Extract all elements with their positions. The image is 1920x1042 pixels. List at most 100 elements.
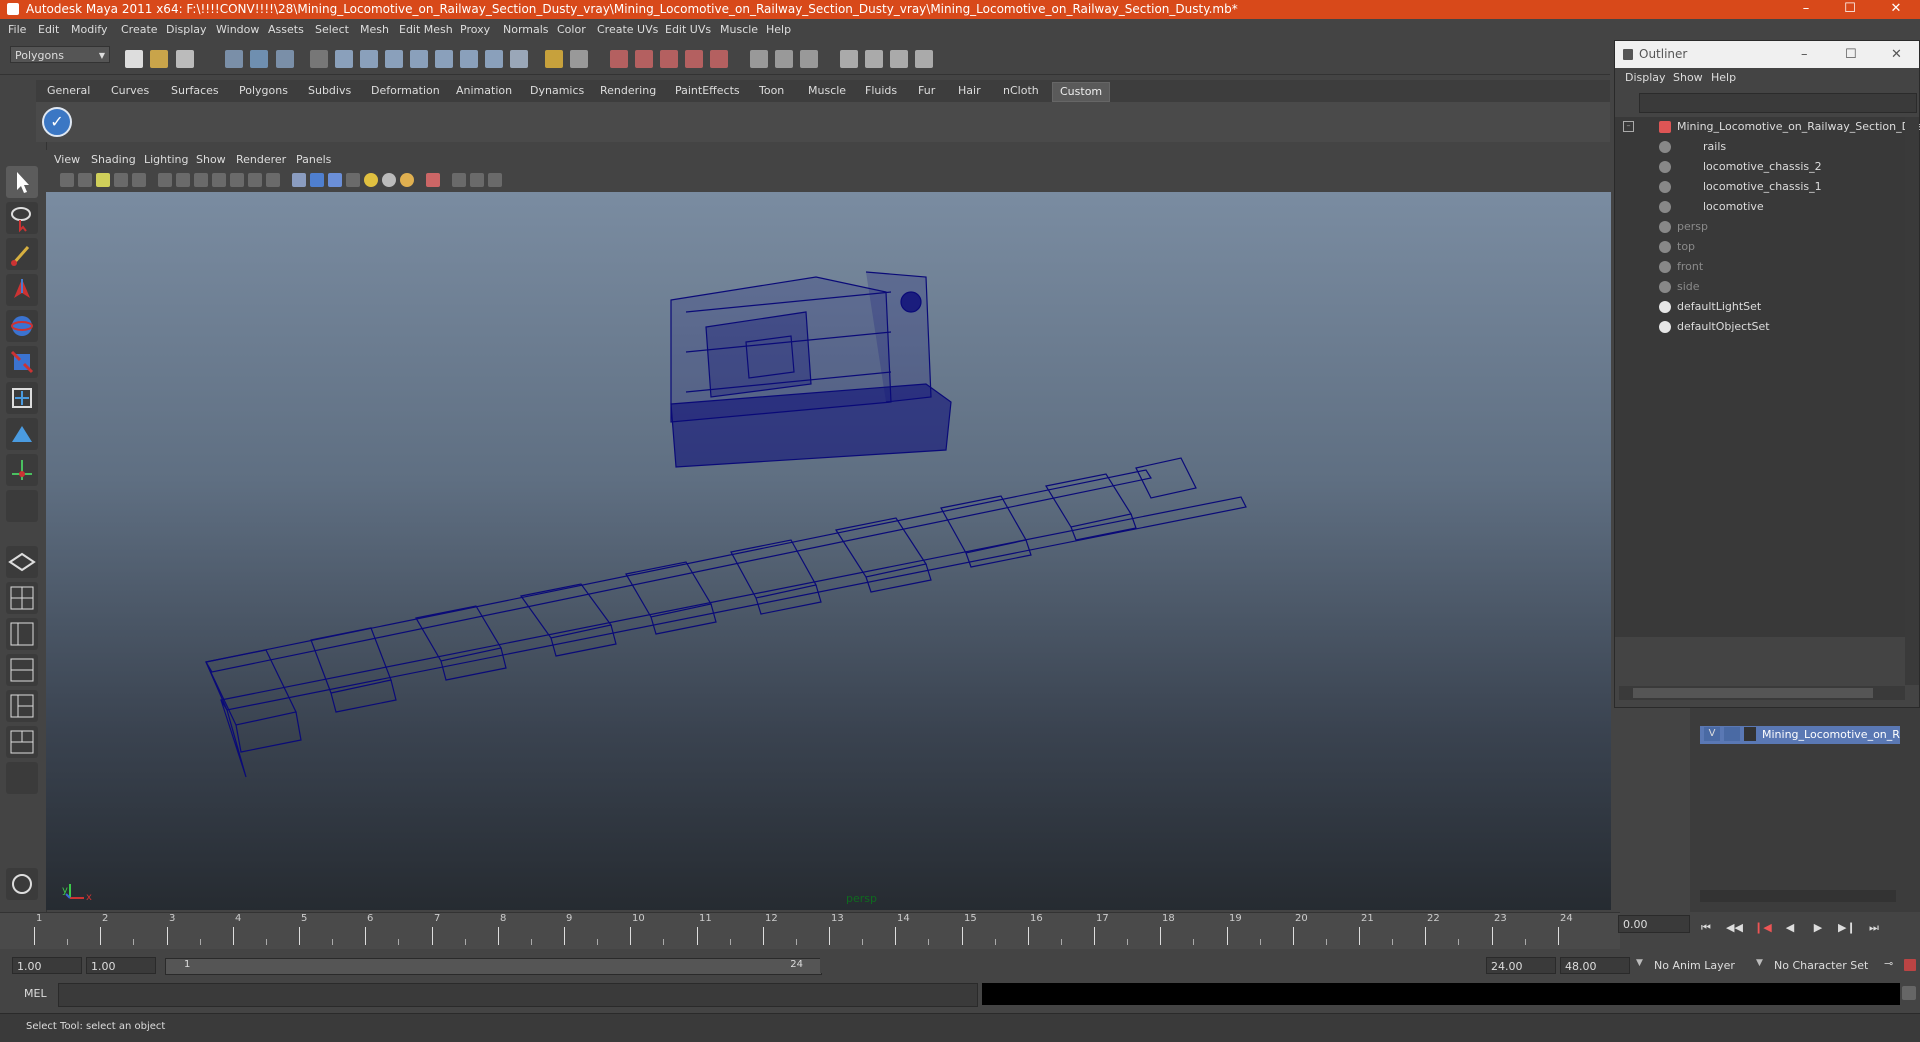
range-slider[interactable]: 1 24 [165,958,822,975]
time-slider[interactable]: 1 2 3 4 5 6 7 8 9 10 11 12 13 14 15 16 17 18 19 20 21 22 23 24 … [0,912,1690,949]
shelf-tab-ncloth[interactable]: nCloth [996,82,1046,100]
shelf-tab-surfaces[interactable]: Surfaces [164,82,226,100]
image-plane-icon[interactable] [96,173,110,187]
pick-surfaces-icon[interactable] [410,50,428,68]
shadows-icon[interactable] [382,173,396,187]
wireframe-shading-icon[interactable] [292,173,306,187]
layout-persp-outliner-icon[interactable] [6,726,38,758]
select-object-icon[interactable] [250,50,268,68]
outliner-maximize-button[interactable]: ☐ [1845,41,1857,68]
use-all-lights-icon[interactable] [364,173,378,187]
shelf-tab-rendering[interactable]: Rendering [593,82,663,100]
menu-edit-mesh[interactable]: Edit Mesh [399,23,453,36]
shelf-tab-deformation[interactable]: Deformation [364,82,447,100]
chevron-down-icon[interactable]: ▼ [1636,958,1643,968]
xray-icon[interactable] [452,173,466,187]
scale-tool-icon[interactable] [6,346,38,378]
paint-select-tool-icon[interactable] [6,238,38,270]
camera-attributes-icon[interactable] [60,173,74,187]
menu-window[interactable]: Window [216,23,259,36]
field-chart-icon[interactable] [230,173,244,187]
wireframe-on-shaded-icon[interactable] [328,173,342,187]
anim-layer-select[interactable]: No Anim Layer [1650,957,1750,974]
channel-box-toggle-icon[interactable] [890,50,908,68]
play-backwards-icon[interactable]: ◀ [1782,921,1798,935]
panel-menu-view[interactable]: View [54,153,80,166]
layer-horizontal-scrollbar[interactable] [1700,890,1896,902]
menu-display[interactable]: Display [166,23,207,36]
pick-curves-icon[interactable] [385,50,403,68]
key-icon[interactable]: ⊸ [1884,957,1893,970]
snap-point-icon[interactable] [660,50,678,68]
pick-deformations-icon[interactable] [435,50,453,68]
hardware-texturing-icon[interactable] [488,173,502,187]
shelf-tab-custom[interactable]: Custom [1052,82,1111,102]
layout-four-panes-icon[interactable] [6,582,38,614]
menu-set-select[interactable]: Polygons ▼ [10,46,110,63]
shelf-tab-painteffects[interactable]: PaintEffects [668,82,747,100]
menu-assets[interactable]: Assets [268,23,304,36]
shelf-tab-muscle[interactable]: Muscle [801,82,853,100]
layout-outliner-persp-icon[interactable] [6,618,38,650]
display-layer-row[interactable]: V Mining_Locomotive_on_R [1700,726,1900,744]
menu-proxy[interactable]: Proxy [460,23,490,36]
animation-start-field[interactable]: 1.00 [12,957,82,974]
outliner-close-button[interactable]: ✕ [1891,41,1902,68]
soft-modification-icon[interactable] [6,418,38,450]
playback-end-field[interactable]: 24.00 [1486,957,1556,974]
render-settings-icon[interactable] [840,50,858,68]
shelf-tab-fur[interactable]: Fur [911,82,942,100]
menu-modify[interactable]: Modify [71,23,107,36]
outliner-menu-display[interactable]: Display [1625,71,1666,84]
default-light-icon[interactable] [400,173,414,187]
pick-rendering-icon[interactable] [485,50,503,68]
layer-visibility-toggle[interactable]: V [1704,727,1720,741]
render-frame-icon[interactable] [775,50,793,68]
panel-menu-panels[interactable]: Panels [296,153,331,166]
play-forwards-icon[interactable]: ▶ [1810,921,1826,935]
move-tool-icon[interactable] [6,274,38,306]
lasso-tool-icon[interactable] [6,202,38,234]
panel-menu-lighting[interactable]: Lighting [144,153,188,166]
pick-handles-icon[interactable] [335,50,353,68]
film-gate-icon[interactable] [176,173,190,187]
textured-icon[interactable] [346,173,360,187]
panel-menu-shading[interactable]: Shading [91,153,136,166]
command-input[interactable] [58,983,978,1007]
shelf-tab-hair[interactable]: Hair [951,82,988,100]
step-back-frame-icon[interactable]: ❙◀ [1754,921,1772,935]
character-set-select[interactable]: No Character Set [1770,957,1880,974]
tool-settings-toggle-icon[interactable] [915,50,933,68]
shelf-tab-curves[interactable]: Curves [104,82,156,100]
menu-file[interactable]: File [8,23,26,36]
menu-color[interactable]: Color [557,23,586,36]
layer-playback-toggle[interactable] [1724,727,1740,741]
safe-action-icon[interactable] [248,173,262,187]
layout-persp-graph-icon[interactable] [6,654,38,686]
menu-edit[interactable]: Edit [38,23,59,36]
menu-create[interactable]: Create [121,23,158,36]
outliner-menu-help[interactable]: Help [1711,71,1736,84]
menu-mesh[interactable]: Mesh [360,23,389,36]
make-live-icon[interactable] [710,50,728,68]
grid-toggle-icon[interactable] [158,173,172,187]
select-component-icon[interactable] [276,50,294,68]
isolate-select-icon[interactable] [426,173,440,187]
mask-icon[interactable] [310,50,328,68]
menu-muscle[interactable]: Muscle [720,23,758,36]
xray-joints-icon[interactable] [470,173,484,187]
layout-misc-icon[interactable] [6,762,38,794]
menu-select[interactable]: Select [315,23,349,36]
command-language-label[interactable]: MEL [24,987,47,1000]
pick-joints-icon[interactable] [360,50,378,68]
2d-pan-zoom-icon[interactable] [114,173,128,187]
minimize-button[interactable]: – [1786,0,1826,19]
checkmark-shelf-icon[interactable]: ✓ [42,107,72,137]
layout-single-pane-icon[interactable] [6,546,38,578]
animation-end-field[interactable]: 48.00 [1560,957,1630,974]
go-to-start-icon[interactable]: ⏮ [1698,921,1714,935]
shelf-menu-handle[interactable] [14,80,36,142]
gate-mask-icon[interactable] [212,173,226,187]
shelf-tab-animation[interactable]: Animation [449,82,519,100]
outliner-minimize-button[interactable]: – [1801,41,1808,68]
